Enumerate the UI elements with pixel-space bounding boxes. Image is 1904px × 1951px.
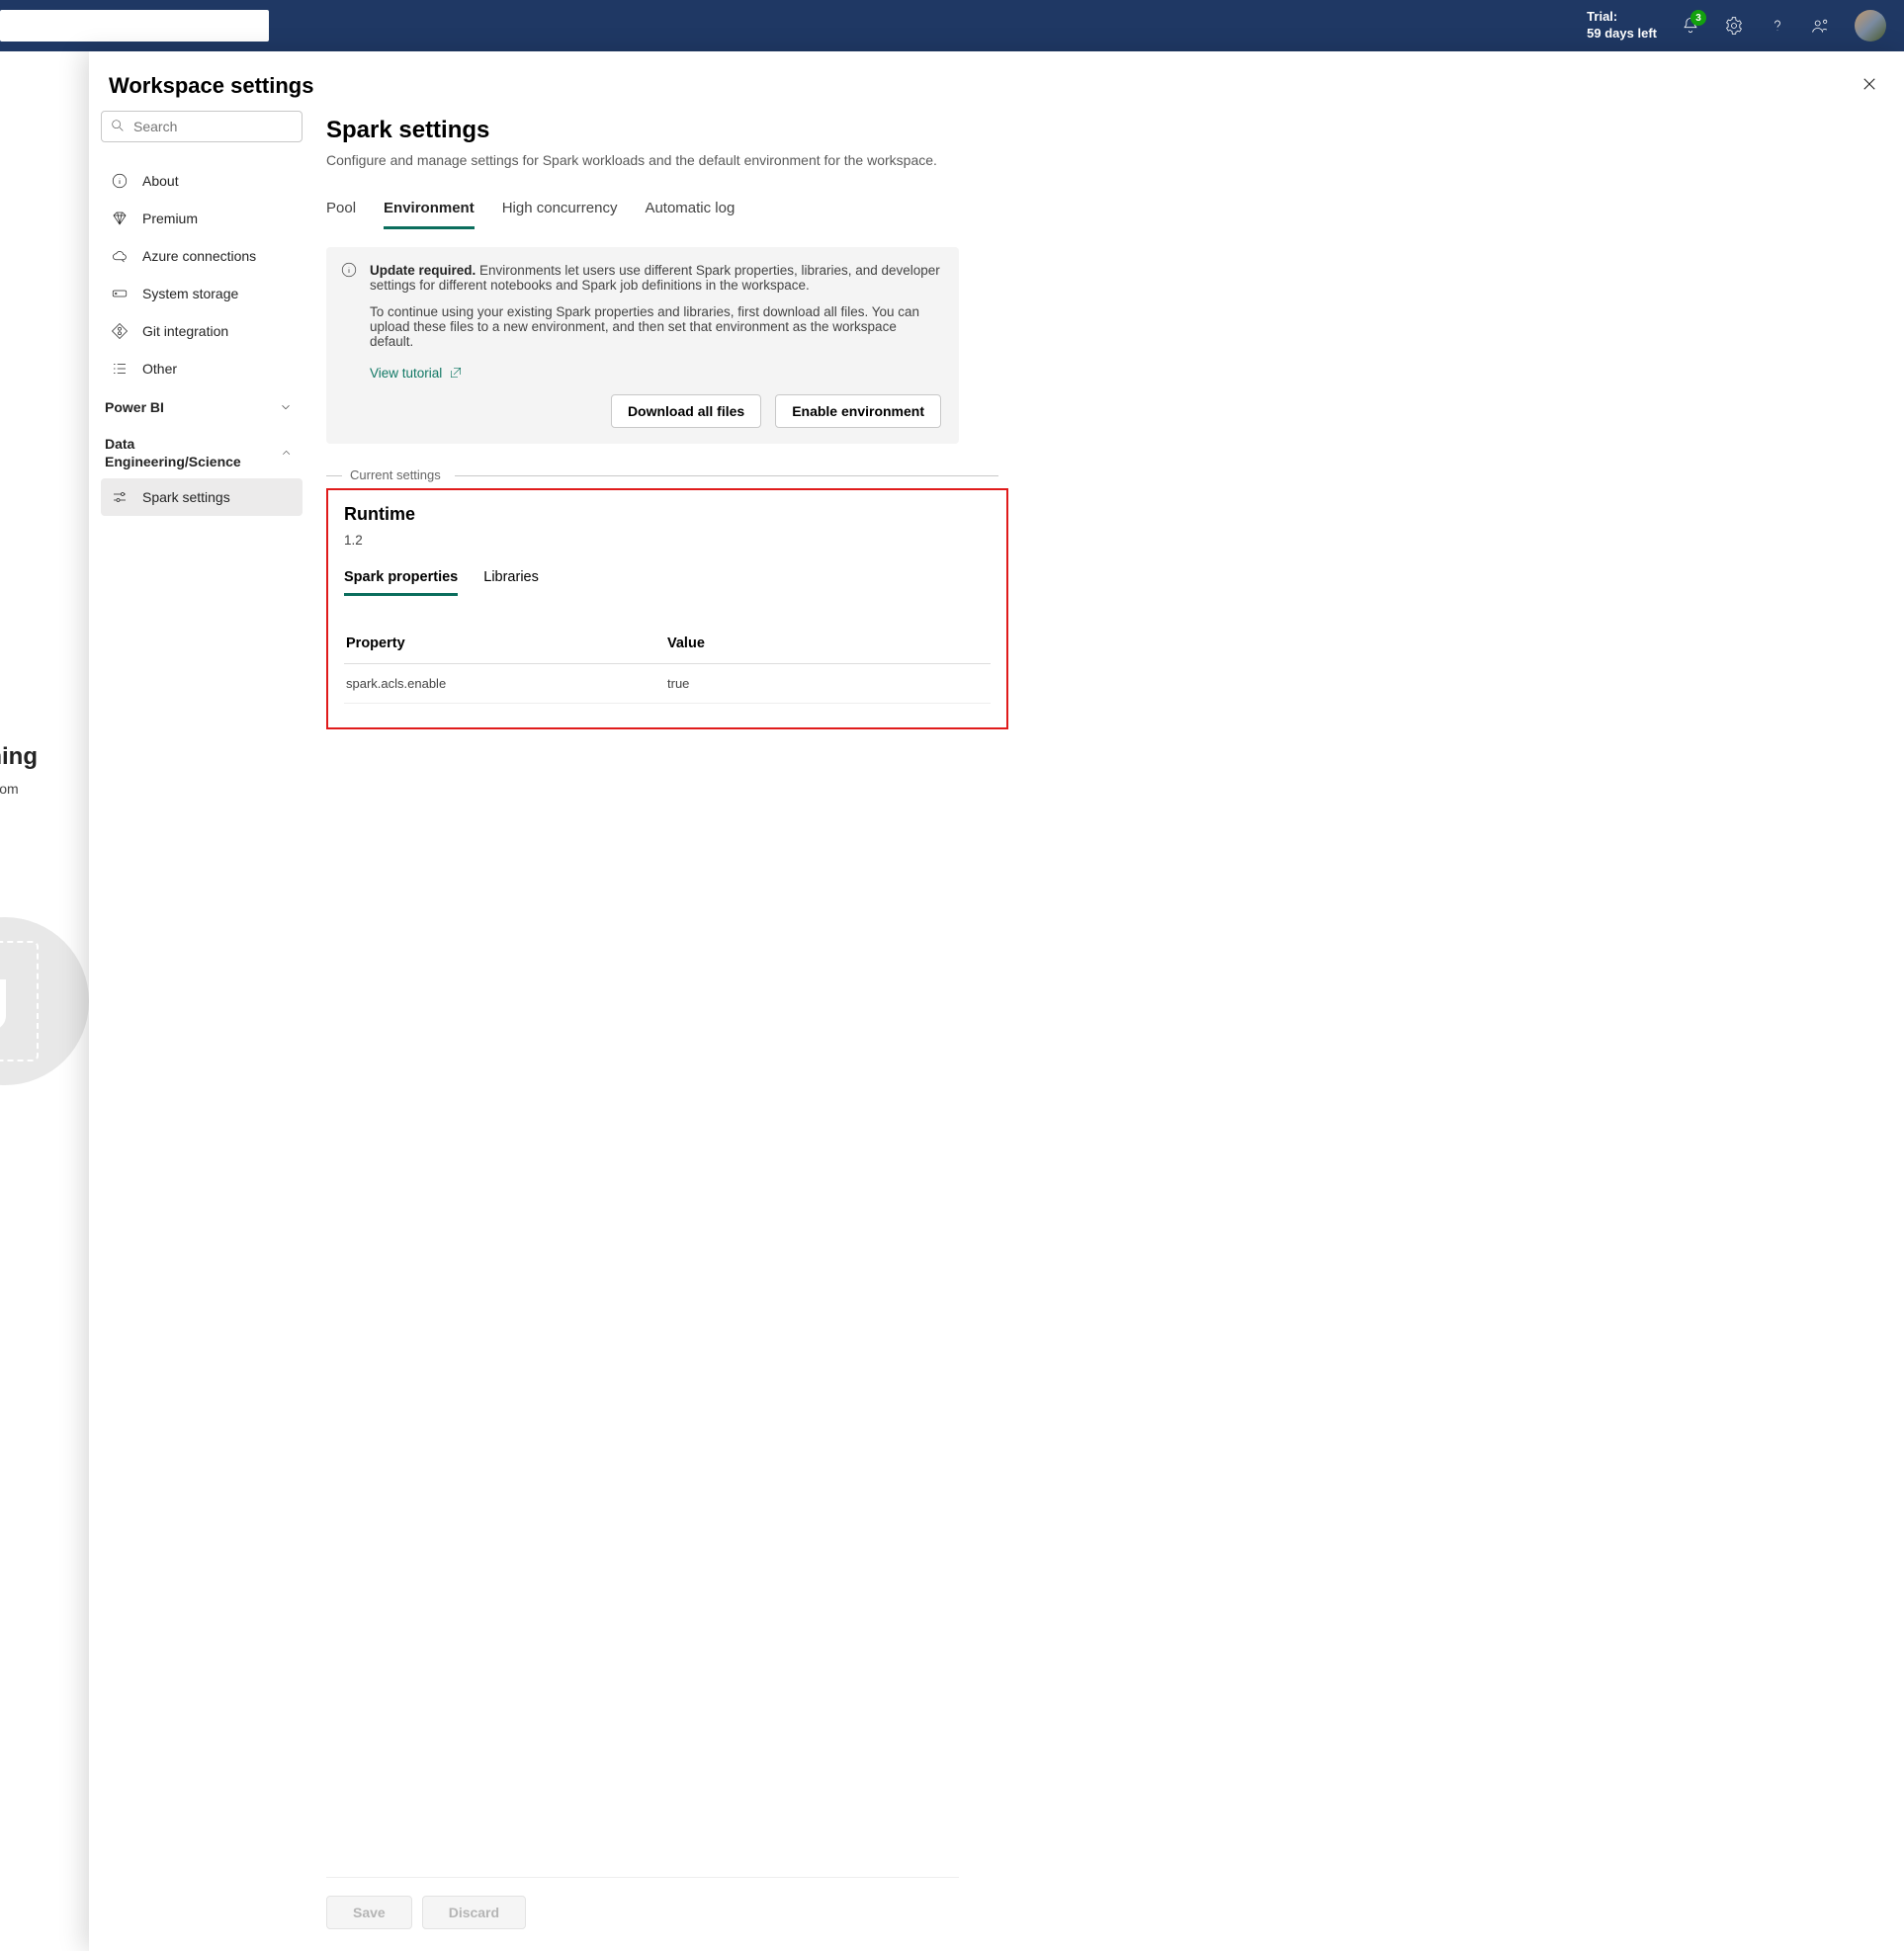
nav-group-powerbi[interactable]: Power BI [101,387,303,423]
tab-environment[interactable]: Environment [384,200,475,229]
nav-item-spark-settings[interactable]: Spark settings [101,478,303,516]
git-icon [111,322,129,340]
col-property: Property [346,636,667,651]
trial-line1: Trial: [1587,9,1657,26]
help-icon[interactable] [1768,16,1787,36]
subtab-libraries[interactable]: Libraries [483,569,539,596]
runtime-heading: Runtime [344,504,991,525]
app-header: Trial: 59 days left 3 [0,0,1904,51]
nav-item-other[interactable]: Other [101,350,303,387]
table-row: spark.acls.enable true [344,664,991,704]
download-all-files-button[interactable]: Download all files [611,394,761,428]
nav-item-git[interactable]: Git integration [101,312,303,350]
subtab-spark-properties[interactable]: Spark properties [344,569,458,596]
nav-item-about[interactable]: About [101,162,303,200]
cell-value: true [667,676,989,691]
footer-actions: Save Discard [326,1877,959,1951]
settings-search-input[interactable] [101,111,303,142]
nav-label: Other [142,361,177,377]
header-search-box[interactable] [0,10,269,42]
cell-property: spark.acls.enable [346,676,667,691]
workspace-settings-panel: Workspace settings About Premium [89,51,1904,1951]
discard-button[interactable]: Discard [422,1896,526,1929]
enable-environment-button[interactable]: Enable environment [775,394,941,428]
notice-p2: To continue using your existing Spark pr… [370,304,941,349]
underlying-page: s nothing or upload som [0,51,89,1951]
current-settings-divider: Current settings [326,467,998,482]
page-description: Configure and manage settings for Spark … [326,152,959,168]
update-notice: Update required. Environments let users … [326,247,959,444]
chevron-down-icon [279,400,293,414]
close-icon [1861,75,1878,93]
behind-subtitle: or upload som [0,781,19,797]
nav-item-azure[interactable]: Azure connections [101,237,303,275]
settings-sidenav: About Premium Azure connections System s… [89,111,314,1951]
external-link-icon [448,365,464,381]
search-icon [110,118,126,133]
settings-gear-icon[interactable] [1724,16,1744,36]
nav-label: Azure connections [142,248,256,264]
nav-item-premium[interactable]: Premium [101,200,303,237]
diamond-icon [111,210,129,227]
tab-high-concurrency[interactable]: High concurrency [502,200,618,229]
paperclip-icon [0,962,17,1041]
nav-label: About [142,173,179,189]
runtime-version: 1.2 [344,533,991,548]
spark-tabs: Pool Environment High concurrency Automa… [326,200,1876,229]
cloud-icon [111,247,129,265]
tutorial-label: View tutorial [370,366,442,381]
nav-label: Premium [142,211,198,226]
sliders-icon [111,488,129,506]
chevron-up-icon [280,446,293,460]
list-icon [111,360,129,378]
nav-label: Git integration [142,323,228,339]
avatar[interactable] [1855,10,1886,42]
settings-main: Spark settings Configure and manage sett… [314,111,1904,1951]
page-title: Spark settings [326,117,1876,144]
nav-group-label: Power BI [105,399,164,415]
trial-line2: 59 days left [1587,26,1657,42]
notification-badge: 3 [1690,10,1706,26]
panel-title: Workspace settings [109,73,313,99]
nav-label: Spark settings [142,489,230,505]
behind-title: s nothing [0,743,38,771]
storage-icon [111,285,129,302]
tab-pool[interactable]: Pool [326,200,356,229]
info-icon [111,172,129,190]
runtime-subtabs: Spark properties Libraries [344,569,991,596]
col-value: Value [667,636,989,651]
view-tutorial-link[interactable]: View tutorial [370,365,464,381]
nav-group-label: Data Engineering/Science [105,435,266,470]
nav-label: System storage [142,286,238,301]
properties-table: Property Value spark.acls.enable true [344,624,991,704]
trial-status: Trial: 59 days left [1587,9,1657,42]
save-button[interactable]: Save [326,1896,412,1929]
info-icon [340,261,358,279]
notifications-icon[interactable]: 3 [1681,16,1700,36]
people-icon[interactable] [1811,16,1831,36]
tab-automatic-log[interactable]: Automatic log [645,200,735,229]
notice-bold: Update required. [370,263,476,278]
close-button[interactable] [1861,75,1878,98]
nav-group-data-engineering[interactable]: Data Engineering/Science [101,423,303,478]
nav-item-storage[interactable]: System storage [101,275,303,312]
runtime-highlight: Runtime 1.2 Spark properties Libraries P… [326,488,1008,729]
